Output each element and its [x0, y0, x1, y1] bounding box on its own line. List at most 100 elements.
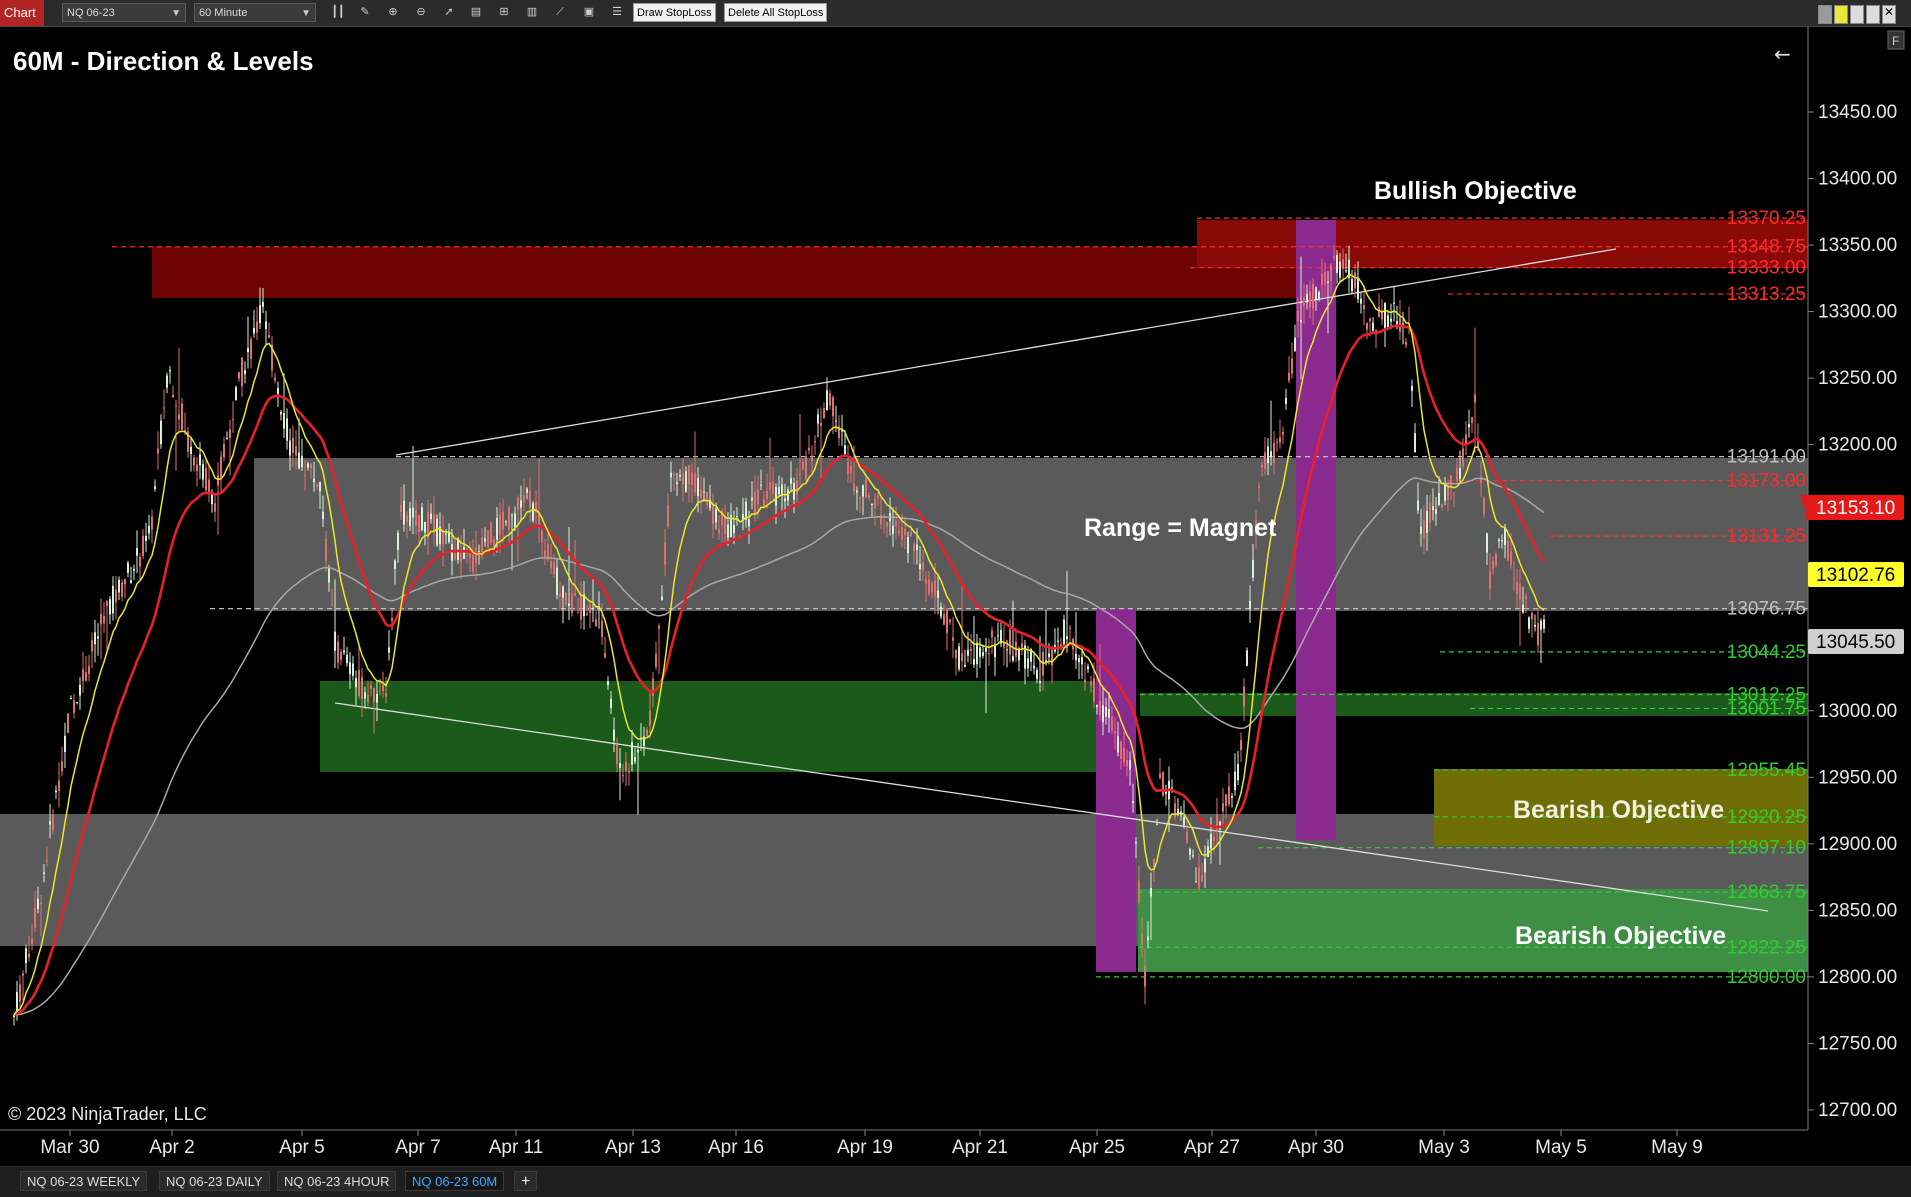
- candle-body: [1333, 256, 1335, 259]
- candle-body: [901, 527, 903, 540]
- candle-body: [352, 663, 354, 676]
- candle-body: [667, 504, 669, 527]
- candle-body: [988, 653, 990, 655]
- candle-body: [664, 542, 666, 565]
- candle-body: [637, 749, 639, 753]
- candle-body: [820, 422, 822, 426]
- candle-body: [1012, 656, 1014, 661]
- candle-body: [1246, 650, 1248, 666]
- bar-style-icon[interactable]: ┃┃: [328, 3, 348, 22]
- candle-body: [19, 984, 21, 1002]
- price-chart[interactable]: 60M - Direction & Levels Bullish Objecti…: [0, 27, 1911, 1166]
- candle-body: [1198, 867, 1200, 889]
- candle-body: [757, 489, 759, 505]
- tab-60m[interactable]: NQ 06-23 60M: [405, 1171, 505, 1191]
- candle-body: [1534, 624, 1536, 627]
- data-box-icon[interactable]: ▤: [466, 3, 486, 22]
- pointer-icon[interactable]: ➚: [439, 3, 459, 22]
- candle-body: [556, 567, 558, 596]
- candle-body: [238, 372, 240, 379]
- candle-body: [526, 488, 528, 493]
- candle-body: [502, 511, 504, 530]
- tab-daily[interactable]: NQ 06-23 DAILY: [159, 1171, 270, 1191]
- window-link-icon[interactable]: [1834, 5, 1848, 24]
- candle-body: [361, 676, 363, 700]
- interval-value: 60 Minute: [199, 7, 248, 19]
- candle-body: [1543, 619, 1545, 629]
- candle-body: [118, 579, 120, 593]
- candle-body: [826, 390, 828, 411]
- candle-body: [163, 407, 165, 409]
- current-price-marker: 13153.10: [1800, 495, 1904, 520]
- chart-menu-tab[interactable]: Chart: [0, 0, 44, 26]
- candle-body: [292, 437, 294, 453]
- candle-body: [1114, 730, 1116, 734]
- maximize-icon[interactable]: [1866, 5, 1880, 24]
- level-price-label: 12822.25: [1727, 937, 1806, 958]
- candle-body: [706, 491, 708, 506]
- candle-body: [1357, 278, 1359, 300]
- time-tick-label: Apr 30: [1288, 1137, 1344, 1158]
- candle-body: [253, 327, 255, 334]
- chart-style-icon[interactable]: ▥: [522, 3, 542, 22]
- candle-body: [1222, 803, 1224, 812]
- candle-body: [955, 649, 957, 659]
- candle-body: [865, 479, 867, 498]
- candle-body: [754, 491, 756, 516]
- zoom-out-icon[interactable]: ⊖: [411, 3, 431, 22]
- add-tab-button[interactable]: +: [514, 1171, 538, 1191]
- delete-stoploss-button[interactable]: Delete All StopLoss: [724, 3, 828, 22]
- candle-body: [274, 377, 276, 381]
- candle-body: [1249, 600, 1251, 610]
- properties-icon[interactable]: ☰: [607, 3, 627, 22]
- candle-body: [385, 693, 387, 697]
- candle-body: [82, 669, 84, 681]
- tab-weekly[interactable]: NQ 06-23 WEEKLY: [20, 1171, 148, 1191]
- candle-body: [1372, 322, 1374, 331]
- level-price-label: 12920.25: [1727, 807, 1806, 828]
- candle-body: [1159, 773, 1161, 779]
- back-arrow-icon[interactable]: ←: [1774, 42, 1791, 66]
- bearish-objective-label-1: Bearish Objective: [1513, 796, 1724, 824]
- interval-selector[interactable]: 60 Minute ▼: [194, 3, 316, 22]
- close-icon[interactable]: ✕: [1882, 5, 1896, 24]
- tab-4hour[interactable]: NQ 06-23 4HOUR: [277, 1171, 397, 1191]
- candle-body: [37, 898, 39, 910]
- candle-body: [1393, 302, 1395, 304]
- level-price-label: 13173.00: [1727, 471, 1806, 492]
- instrument-selector[interactable]: NQ 06-23 ▼: [62, 3, 186, 22]
- draw-line-icon[interactable]: ✎: [355, 3, 375, 22]
- candle-body: [748, 519, 750, 527]
- time-tick-label: Apr 19: [837, 1137, 893, 1158]
- candle-body: [223, 444, 225, 458]
- split-icon[interactable]: ⊞: [494, 3, 514, 22]
- candle-body: [622, 775, 624, 777]
- candle-body: [583, 594, 585, 617]
- candle-body: [580, 592, 582, 620]
- candle-body: [127, 562, 129, 573]
- candle-body: [1492, 561, 1494, 569]
- candle-body: [283, 413, 285, 429]
- candle-body: [1123, 747, 1125, 763]
- candle-body: [58, 780, 60, 792]
- candle-body: [985, 647, 987, 652]
- chart-tab-bar: NQ 06-23 WEEKLY NQ 06-23 DAILY NQ 06-23 …: [0, 1166, 1911, 1197]
- candle-body: [646, 729, 648, 736]
- candle-body: [907, 536, 909, 554]
- price-tick-label: 13300.00: [1818, 302, 1897, 323]
- zoom-in-icon[interactable]: ⊕: [383, 3, 403, 22]
- minimize-icon[interactable]: [1850, 5, 1864, 24]
- candle-body: [793, 483, 795, 500]
- candle-body: [517, 497, 519, 511]
- candle-body: [202, 464, 204, 480]
- window-gray-icon[interactable]: [1818, 5, 1832, 24]
- candle-body: [1039, 680, 1041, 683]
- price-tick-label: 12700.00: [1818, 1100, 1897, 1121]
- draw-stoploss-button[interactable]: Draw StopLoss: [633, 3, 716, 22]
- candle-body: [91, 640, 93, 652]
- indicators-icon[interactable]: ⟋: [550, 3, 570, 22]
- candle-body: [1336, 254, 1338, 274]
- price-tick-label: 13350.00: [1818, 235, 1897, 256]
- candle-body: [1378, 307, 1380, 318]
- strategy-icon[interactable]: ▣: [579, 3, 599, 22]
